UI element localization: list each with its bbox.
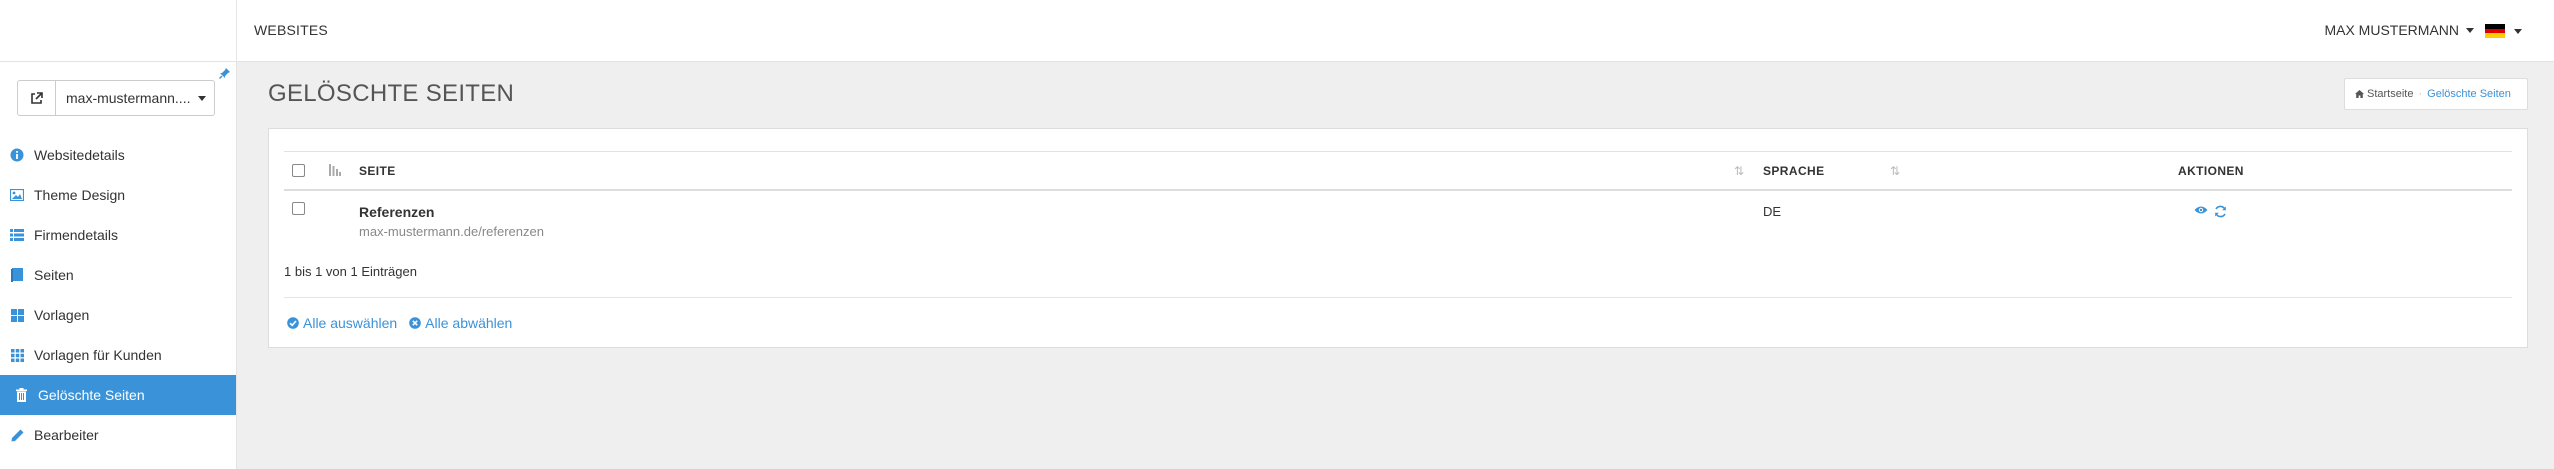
external-link-icon [31, 91, 43, 104]
times-circle-icon [409, 317, 421, 329]
selection-links: Alle auswählen Alle abwählen [287, 315, 512, 331]
sidebar-item-firmendetails[interactable]: Firmendetails [0, 215, 236, 255]
sidebar-item-theme-design[interactable]: Theme Design [0, 175, 236, 215]
nav-websites-link[interactable]: WEBSITES [254, 22, 328, 38]
sidebar-item-label: Vorlagen für Kunden [34, 347, 162, 363]
info-circle-icon [10, 148, 24, 162]
image-icon [10, 188, 24, 202]
sidebar-item-label: Theme Design [34, 187, 126, 203]
column-header-seite[interactable]: SEITE [359, 164, 396, 178]
row-checkbox[interactable] [292, 202, 305, 215]
sidebar-item-vorlagen-fuer-kunden[interactable]: Vorlagen für Kunden [0, 335, 236, 375]
sidebar-item-geloeschte-seiten[interactable]: Gelöschte Seiten [0, 375, 236, 415]
trash-icon [14, 388, 28, 402]
deleted-pages-panel: SEITE ⇅ SPRACHE ⇅ AKTIONEN Referenzen ma… [268, 128, 2528, 348]
german-flag-icon [2485, 24, 2505, 39]
deselect-all-link[interactable]: Alle abwählen [409, 315, 512, 331]
sidebar-item-label: Bearbeiter [34, 427, 99, 443]
user-name: MAX MUSTERMANN [2324, 22, 2459, 38]
deselect-all-label: Alle abwählen [425, 315, 513, 331]
select-all-link[interactable]: Alle auswählen [287, 315, 397, 331]
sidebar-item-seiten[interactable]: Seiten [0, 255, 236, 295]
sidebar-item-bearbeiter[interactable]: Bearbeiter [0, 415, 236, 455]
book-icon [10, 268, 24, 282]
chevron-down-icon [198, 95, 207, 101]
list-icon [10, 228, 24, 242]
column-header-aktionen: AKTIONEN [2178, 164, 2244, 178]
sidebar-item-label: Seiten [34, 267, 74, 283]
check-circle-icon [287, 317, 299, 329]
breadcrumb-current: Gelöschte Seiten [2427, 88, 2511, 100]
sort-icon[interactable]: ⇅ [1734, 164, 1744, 178]
chevron-down-icon [2466, 27, 2474, 33]
grid-large-icon [10, 308, 24, 322]
grid-small-icon [10, 348, 24, 362]
breadcrumb-separator: · [2418, 88, 2423, 100]
row-page-url: max-mustermann.de/referenzen [359, 224, 544, 239]
table-header: SEITE ⇅ SPRACHE ⇅ AKTIONEN [284, 151, 2512, 191]
sidebar-menu: Websitedetails Theme Design Firmendetail… [0, 135, 236, 455]
top-navbar: WEBSITES MAX MUSTERMANN [0, 0, 2554, 62]
pencil-icon [10, 428, 24, 442]
divider [284, 297, 2512, 298]
pin-icon[interactable] [219, 67, 231, 79]
sidebar-item-websitedetails[interactable]: Websitedetails [0, 135, 236, 175]
sidebar: max-mustermann.... Websitedetails Theme … [0, 62, 237, 469]
sidebar-item-label: Gelöschte Seiten [38, 387, 145, 403]
column-header-sprache[interactable]: SPRACHE [1763, 164, 1824, 178]
sidebar-item-label: Firmendetails [34, 227, 119, 243]
sidebar-item-label: Vorlagen [34, 307, 90, 323]
sidebar-item-label: Websitedetails [34, 147, 125, 163]
table-info: 1 bis 1 von 1 Einträgen [284, 264, 417, 279]
chevron-down-icon [2514, 28, 2522, 34]
row-page-title: Referenzen [359, 204, 435, 220]
language-selector[interactable] [2485, 24, 2522, 39]
breadcrumb: Startseite · Gelöschte Seiten [2344, 78, 2528, 110]
page-title: GELÖSCHTE SEITEN [268, 80, 515, 107]
website-select[interactable]: max-mustermann.... [17, 80, 215, 116]
select-all-label: Alle auswählen [303, 315, 398, 331]
sort-icon[interactable]: ⇅ [1890, 164, 1900, 178]
select-all-checkbox[interactable] [292, 164, 305, 177]
home-icon [2355, 90, 2364, 98]
brand-area [0, 0, 237, 62]
row-actions [2194, 205, 2227, 218]
user-menu[interactable]: MAX MUSTERMANN [2324, 22, 2474, 38]
sidebar-item-vorlagen[interactable]: Vorlagen [0, 295, 236, 335]
row-language: DE [1763, 204, 1782, 219]
website-select-label: max-mustermann.... [66, 90, 191, 106]
sort-amount-icon[interactable] [329, 164, 341, 176]
eye-icon[interactable] [2194, 205, 2208, 215]
breadcrumb-home[interactable]: Startseite [2367, 88, 2413, 100]
restore-icon[interactable] [2214, 205, 2227, 218]
external-link-button[interactable] [18, 81, 56, 115]
website-select-value[interactable]: max-mustermann.... [56, 81, 214, 115]
